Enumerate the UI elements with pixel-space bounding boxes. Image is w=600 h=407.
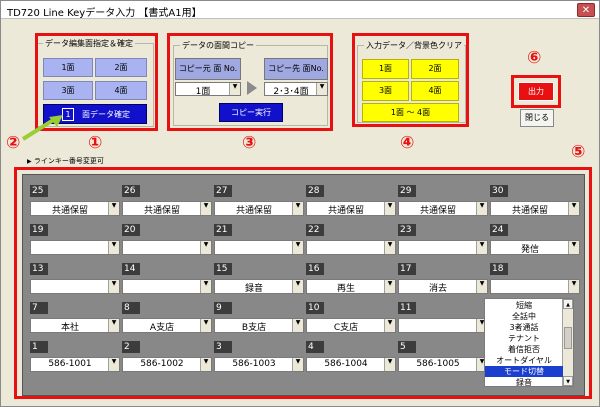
scroll-up-icon[interactable]: ▲ xyxy=(563,299,573,309)
window-close-button[interactable]: ✕ xyxy=(577,3,595,17)
listbox-option[interactable]: テナント xyxy=(485,333,563,344)
highlight-frame-4 xyxy=(352,33,469,127)
mark-3: ③ xyxy=(242,133,257,153)
scroll-thumb[interactable] xyxy=(564,327,572,349)
line-key-options-listbox[interactable]: ▲ ▼ 短縮 全話中 3者通話 テナント 着信拒否 オートダイヤル モード切替 録音 xyxy=(484,298,574,387)
highlight-frame-6 xyxy=(511,75,561,108)
editable-label-row: ▶ ラインキー番号変更可 xyxy=(27,156,104,166)
mark-6: ⑥ xyxy=(527,48,542,68)
scroll-down-icon[interactable]: ▼ xyxy=(563,376,573,386)
mark-5: ⑤ xyxy=(571,142,586,162)
title-bar: TD720 Line Keyデータ入力 【書式A1用】 ✕ xyxy=(1,1,599,19)
window-title: TD720 Line Keyデータ入力 【書式A1用】 xyxy=(7,8,202,19)
listbox-option[interactable]: オートダイヤル xyxy=(485,355,563,366)
highlight-frame-3 xyxy=(167,33,333,131)
editable-label: ラインキー番号変更可 xyxy=(33,157,104,165)
listbox-option[interactable]: 着信拒否 xyxy=(485,344,563,355)
listbox-option[interactable]: 全話中 xyxy=(485,311,563,322)
listbox-option[interactable]: モード切替 xyxy=(485,366,563,377)
listbox-option[interactable]: 録音 xyxy=(485,377,563,386)
triangle-right-icon: ▶ xyxy=(27,158,32,165)
listbox-scrollbar[interactable]: ▲ ▼ xyxy=(562,299,573,386)
listbox-option[interactable]: 短縮 xyxy=(485,300,563,311)
main-window: TD720 Line Keyデータ入力 【書式A1用】 ✕ データ編集面指定＆確… xyxy=(0,0,600,407)
close-button[interactable]: 閉じる xyxy=(520,109,554,127)
mark-1: ① xyxy=(88,133,103,153)
green-arrow-icon xyxy=(21,115,63,141)
listbox-option[interactable]: 3者通話 xyxy=(485,322,563,333)
mark-4: ④ xyxy=(400,133,415,153)
